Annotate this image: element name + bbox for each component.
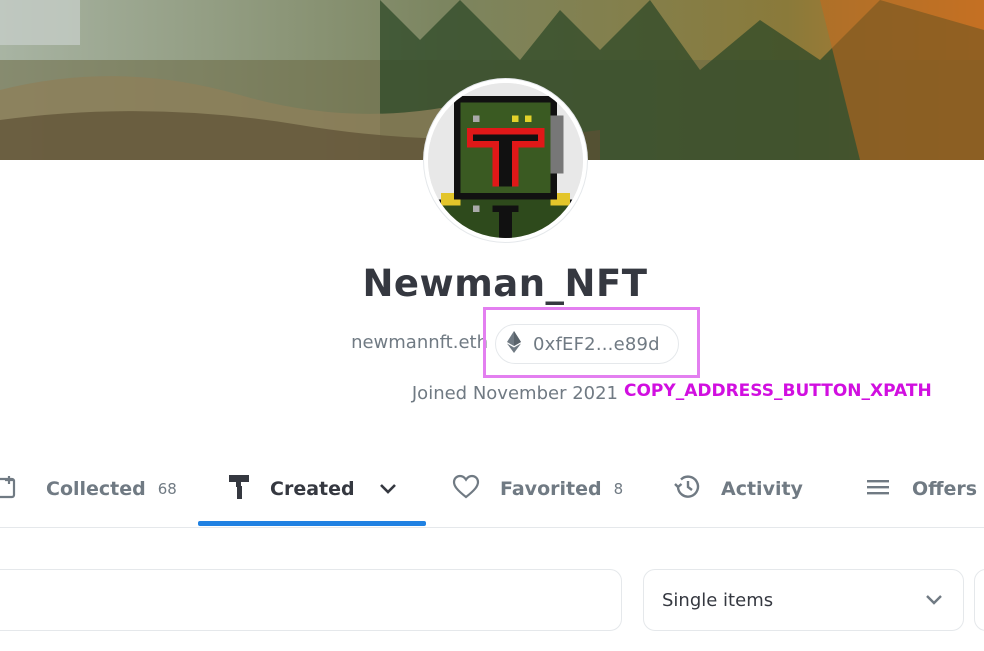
tab-collected-count: 68 <box>157 480 177 498</box>
active-tab-indicator <box>198 521 426 526</box>
copy-address-button[interactable]: 0xfEF2...e89d <box>495 324 679 364</box>
tab-activity-label: Activity <box>721 478 803 500</box>
paint-roller-icon <box>228 474 252 504</box>
tab-created[interactable]: Created <box>228 460 397 518</box>
tab-offers-label: Offers <box>912 478 978 500</box>
tabs-divider <box>0 527 984 528</box>
heart-icon <box>452 474 480 504</box>
chevron-down-icon[interactable] <box>379 480 397 499</box>
joined-date: Joined November 2021 <box>411 383 618 404</box>
item-type-value: Single items <box>662 589 774 611</box>
profile-page: Newman_NFT newmannft.eth 0xfEF2...e89d J… <box>0 0 984 651</box>
avatar[interactable] <box>424 79 587 242</box>
profile-username: Newman_NFT <box>362 262 648 305</box>
address-text: 0xfEF2...e89d <box>533 333 660 355</box>
list-icon <box>866 476 892 502</box>
avatar-image <box>428 83 583 238</box>
ethereum-icon <box>507 331 521 357</box>
tab-favorited-count: 8 <box>613 480 624 498</box>
collected-icon <box>0 474 20 504</box>
tab-activity[interactable]: Activity <box>673 460 803 518</box>
item-type-select[interactable]: Single items <box>643 569 964 631</box>
search-input[interactable] <box>0 569 622 631</box>
tab-offers[interactable]: Offers <box>866 460 977 518</box>
sort-select[interactable] <box>974 569 984 631</box>
tab-created-label: Created <box>270 478 355 500</box>
history-icon <box>673 474 701 504</box>
tab-collected[interactable]: Collected 68 <box>0 460 177 518</box>
tab-collected-label: Collected <box>46 478 146 500</box>
profile-tabs: Collected 68 Created Favorited 8 Activit… <box>0 460 984 528</box>
tab-favorited-label: Favorited <box>500 478 602 500</box>
chevron-down-icon <box>925 591 943 610</box>
ens-name[interactable]: newmannft.eth <box>318 332 488 353</box>
annotation-label: COPY_ADDRESS_BUTTON_XPATH <box>624 381 932 401</box>
tab-favorited[interactable]: Favorited 8 <box>452 460 623 518</box>
